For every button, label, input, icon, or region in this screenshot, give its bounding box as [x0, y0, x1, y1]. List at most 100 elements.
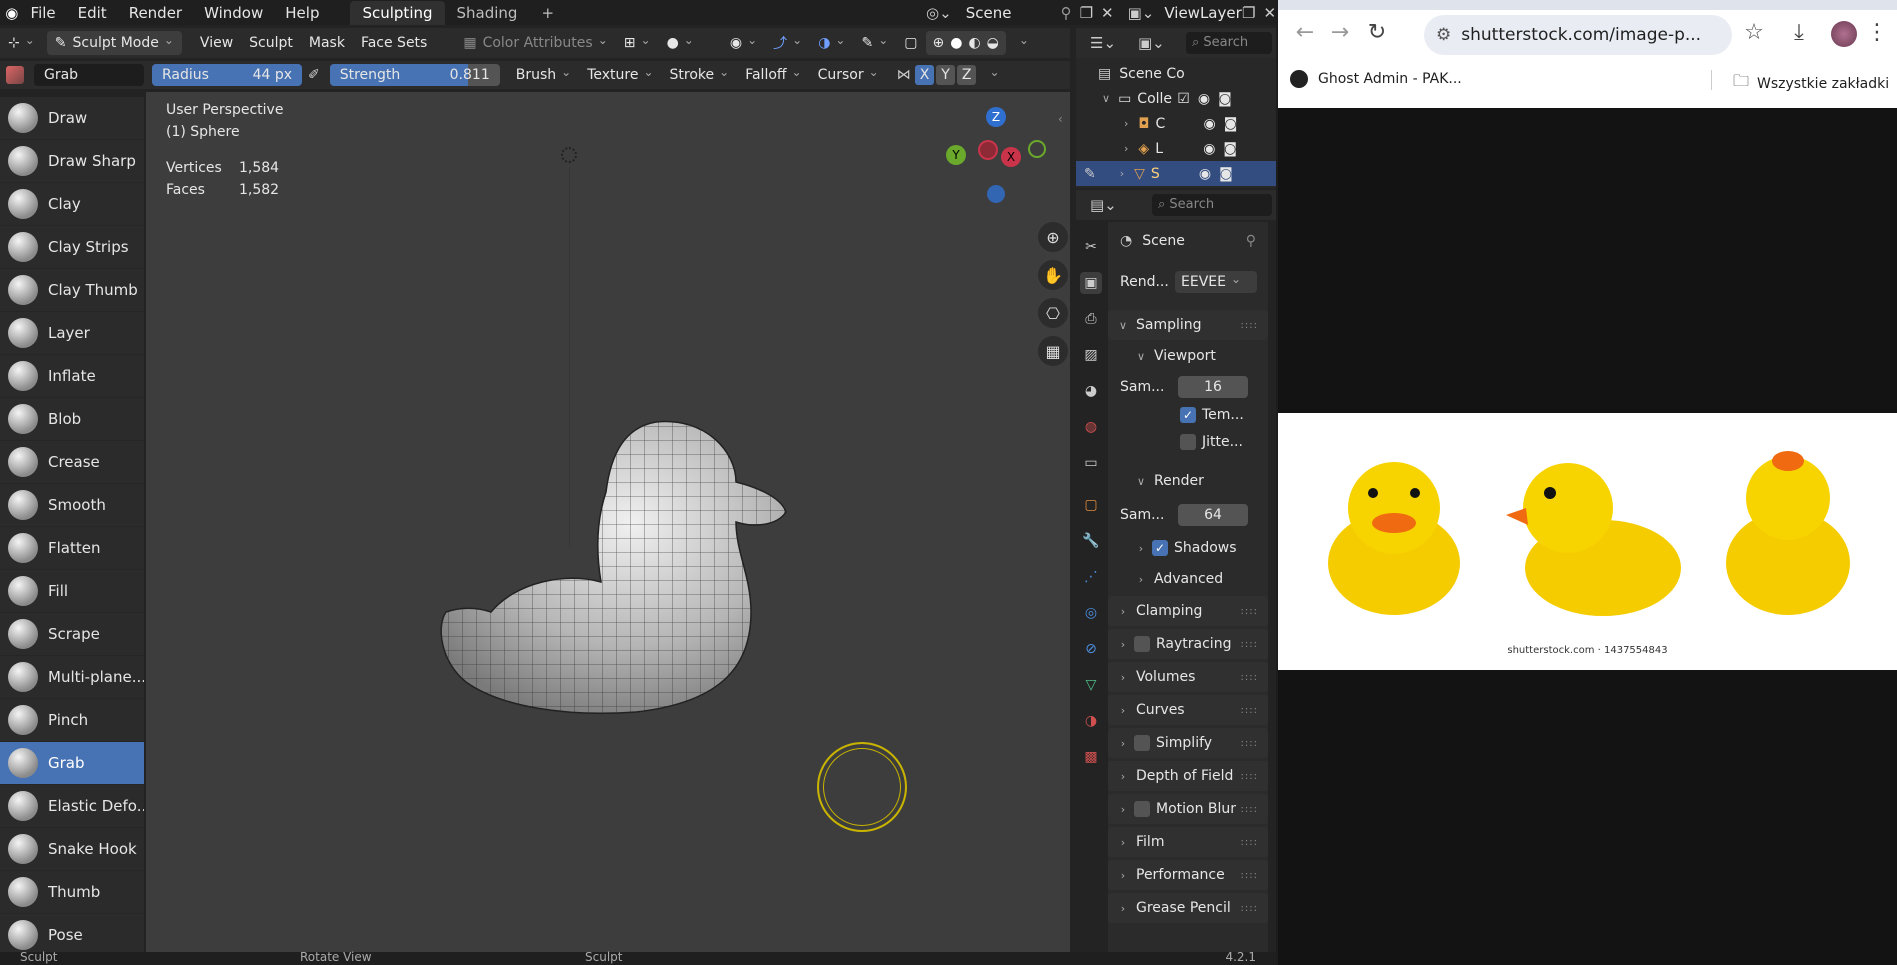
panel-curves[interactable]: › Curves:::: — [1108, 695, 1268, 725]
tool-draw-sharp[interactable]: Draw Sharp — [0, 140, 144, 183]
viewport-samples-field[interactable]: 16 — [1178, 376, 1248, 398]
visibility-icon[interactable]: ◉ — [722, 31, 765, 55]
material-tab-icon[interactable]: ◑ — [1080, 710, 1102, 732]
tab-sculpting[interactable]: Sculpting — [350, 0, 445, 25]
outliner-row-camera[interactable]: › ◘ C ◉ ◙ — [1076, 111, 1276, 136]
collapse-sidebar-icon[interactable]: ‹ — [1058, 112, 1063, 126]
delete-viewlayer-icon[interactable]: ✕ — [1263, 4, 1276, 22]
panel-volumes[interactable]: › Volumes:::: — [1108, 662, 1268, 692]
symmetry-options[interactable] — [976, 63, 1007, 87]
overlay-icon[interactable]: ◑ — [810, 31, 853, 55]
duck-stock-image[interactable]: shutterstock.com · 1437554843 — [1278, 413, 1897, 670]
reload-icon[interactable]: ↻ — [1362, 20, 1392, 45]
gizmo-y-axis[interactable]: Y — [946, 145, 966, 165]
jitter-row[interactable]: Jitte... — [1108, 427, 1268, 457]
tool-clay-strips[interactable]: Clay Strips — [0, 226, 144, 269]
tool-flatten[interactable]: Flatten — [0, 527, 144, 570]
xray-brush-icon[interactable]: ✎ — [853, 31, 896, 55]
tool-blob[interactable]: Blob — [0, 398, 144, 441]
tool-fill[interactable]: Fill — [0, 570, 144, 613]
address-bar[interactable]: ⚙ shutterstock.com/image-p... — [1424, 15, 1732, 55]
render-icon[interactable]: ◙ — [1223, 141, 1237, 157]
texture-dropdown[interactable]: Texture — [579, 63, 661, 87]
drag-handle-icon[interactable]: :::: — [1241, 771, 1258, 782]
output-tab-icon[interactable]: ⎙ — [1080, 308, 1102, 330]
gizmo-z-axis[interactable]: Z — [986, 107, 1006, 127]
delete-scene-icon[interactable]: ✕ — [1101, 4, 1114, 22]
menu-file[interactable]: File — [20, 4, 67, 22]
tool-thumb[interactable]: Thumb — [0, 871, 144, 914]
panel-checkbox[interactable] — [1134, 801, 1150, 817]
render-tab-icon[interactable]: ▣ — [1080, 272, 1102, 294]
forward-icon[interactable]: → — [1325, 20, 1355, 45]
symmetry-z[interactable]: Z — [956, 65, 977, 85]
symmetry-x[interactable]: X — [914, 65, 935, 85]
gizmo-x-axis[interactable]: X — [1001, 147, 1021, 167]
pin-icon[interactable]: ⚲ — [1061, 4, 1072, 22]
shadows-subpanel[interactable]: › ✓ Shadows — [1108, 533, 1268, 563]
brush-name-field[interactable]: Grab — [34, 64, 144, 86]
viewport-subpanel-header[interactable]: ∨ Viewport — [1108, 341, 1268, 371]
radius-field[interactable]: Radius 44 px — [152, 64, 302, 86]
render-icon[interactable]: ◙ — [1224, 116, 1238, 132]
outliner-row-sphere[interactable]: ✎ › ▽ S ◉ ◙ — [1076, 161, 1276, 186]
drag-handle-icon[interactable]: :::: — [1241, 738, 1258, 749]
sampling-panel-header[interactable]: ∨ Sampling :::: — [1108, 310, 1268, 340]
gizmo-icon[interactable]: ⤴ — [765, 31, 810, 55]
menu-face-sets[interactable]: Face Sets — [353, 31, 435, 55]
shading-modes[interactable]: ⊕ ● ◐ ◒ — [925, 31, 1006, 55]
world-tab-icon[interactable]: ◍ — [1080, 416, 1102, 438]
panel-simplify[interactable]: › Simplify:::: — [1108, 728, 1268, 758]
drag-handle-icon[interactable]: :::: — [1241, 903, 1258, 914]
tool-inflate[interactable]: Inflate — [0, 355, 144, 398]
ortho-grid-icon[interactable]: ▦ — [1038, 336, 1068, 366]
stroke-dropdown[interactable]: Stroke — [662, 63, 738, 87]
gizmo-neg-z[interactable] — [987, 185, 1005, 203]
drag-handle-icon[interactable]: :::: — [1241, 639, 1258, 650]
add-workspace-button[interactable]: + — [529, 1, 566, 25]
menu-render[interactable]: Render — [118, 4, 193, 22]
back-icon[interactable]: ← — [1290, 20, 1320, 45]
panel-performance[interactable]: › Performance:::: — [1108, 860, 1268, 890]
outliner-row-scene[interactable]: ▤ Scene Co — [1076, 61, 1276, 86]
outliner-row-light[interactable]: › ◈ L ◉ ◙ — [1076, 136, 1276, 161]
render-icon[interactable]: ◙ — [1219, 166, 1233, 182]
advanced-subpanel[interactable]: › Advanced — [1108, 564, 1268, 594]
tool-multi-plane[interactable]: Multi-plane... — [0, 656, 144, 699]
viewlayer-name[interactable]: ViewLayer — [1164, 4, 1242, 22]
panel-motion-blur[interactable]: › Motion Blur:::: — [1108, 794, 1268, 824]
collection-tab-icon[interactable]: ▭ — [1080, 452, 1102, 474]
eye-icon[interactable]: ◉ — [1199, 166, 1211, 182]
menu-mask[interactable]: Mask — [301, 31, 353, 55]
panel-raytracing[interactable]: › Raytracing:::: — [1108, 629, 1268, 659]
panel-checkbox[interactable] — [1134, 636, 1150, 652]
expand-icon[interactable]: ∨ — [1102, 92, 1110, 105]
rendered-shading-icon[interactable]: ◒ — [987, 35, 999, 51]
tool-draw[interactable]: Draw — [0, 97, 144, 140]
physics-tab-icon[interactable]: ◎ — [1080, 602, 1102, 624]
shading-options-icon[interactable] — [1006, 31, 1037, 55]
menu-help[interactable]: Help — [274, 4, 330, 22]
modifier-tab-icon[interactable]: 🔧 — [1080, 530, 1102, 552]
navigation-gizmo[interactable]: Z Y X — [946, 102, 1056, 212]
temporal-checkbox[interactable]: ✓ — [1180, 407, 1196, 423]
drag-handle-icon[interactable]: :::: — [1241, 804, 1258, 815]
expand-icon[interactable]: › — [1120, 167, 1124, 180]
material-shading-icon[interactable]: ◐ — [968, 35, 980, 51]
outliner-editor-icon[interactable]: ☰⌄ — [1090, 34, 1116, 52]
pin-icon[interactable]: ⚲ — [1246, 233, 1256, 249]
expand-icon[interactable]: › — [1124, 117, 1128, 130]
menu-edit[interactable]: Edit — [67, 4, 118, 22]
solid-shading-icon[interactable]: ● — [950, 35, 962, 51]
editor-type-icon[interactable]: ⊹ — [0, 31, 43, 55]
all-bookmarks[interactable]: 🗀 Wszystkie zakładki — [1733, 70, 1889, 97]
symmetry-y[interactable]: Y — [936, 65, 955, 85]
render-engine-dropdown[interactable]: EEVEE — [1175, 271, 1257, 293]
brush-dropdown[interactable]: Brush — [508, 63, 579, 87]
drag-handle-icon[interactable]: :::: — [1241, 606, 1258, 617]
zoom-icon[interactable]: ⊕ — [1038, 222, 1068, 252]
render-icon[interactable]: ◙ — [1218, 91, 1232, 107]
tool-elastic-defo[interactable]: Elastic Defo... — [0, 785, 144, 828]
drag-handle-icon[interactable]: :::: — [1241, 837, 1258, 848]
constraints-tab-icon[interactable]: ⊘ — [1080, 638, 1102, 660]
